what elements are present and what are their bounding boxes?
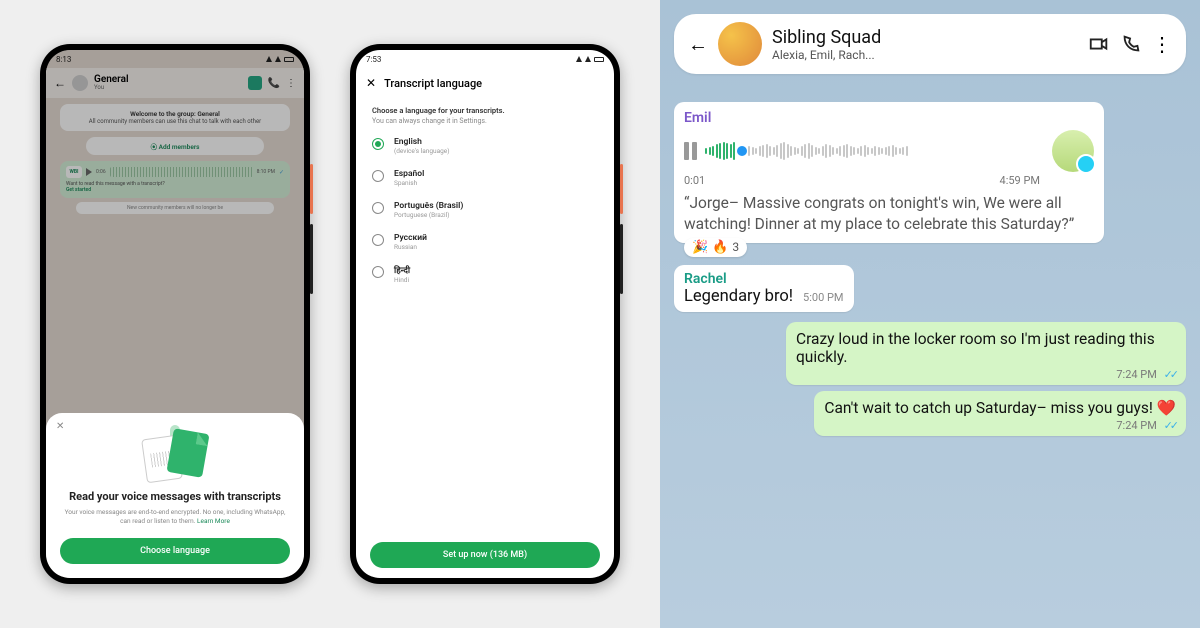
learn-more-link[interactable]: Learn More (197, 517, 230, 525)
message-outgoing-1[interactable]: Crazy loud in the locker room so I'm jus… (786, 322, 1186, 385)
promo-left-pane: 8:13 ← General You 📞 ⋮ Welcome to the gr… (0, 0, 660, 628)
message-outgoing-2[interactable]: Can't wait to catch up Saturday– miss yo… (814, 391, 1186, 436)
message-emil-voice[interactable]: Emil 0:01 4:59 PM “Jorge– Massive congra… (674, 102, 1104, 243)
status-time: 7:53 (366, 55, 381, 64)
settings-appbar: ✕ Transcript language (356, 68, 614, 98)
message-timestamp: 4:59 PM (1000, 174, 1040, 187)
group-members: Alexia, Emil, Rach... (772, 48, 1078, 62)
sheet-body: Your voice messages are end-to-end encry… (60, 508, 290, 526)
language-sub: Hindi (394, 276, 410, 284)
radio-icon[interactable] (372, 170, 384, 182)
choose-language-button[interactable]: Choose language (60, 538, 290, 564)
close-icon[interactable]: ✕ (56, 421, 64, 432)
language-sub: (device's language) (394, 147, 450, 155)
back-icon[interactable]: ← (688, 32, 708, 57)
transcript-illustration (140, 429, 210, 484)
language-list: English (device's language) Español Span… (372, 137, 598, 284)
sender-name: Emil (684, 110, 1094, 126)
reaction-emoji: 🎉 (692, 240, 708, 255)
language-name: Русский (394, 233, 427, 243)
video-call-icon[interactable] (1088, 33, 1110, 55)
radio-icon[interactable] (372, 266, 384, 278)
header-title-block[interactable]: Sibling Squad Alexia, Emil, Rach... (772, 27, 1078, 62)
reaction-pill[interactable]: 🎉 🔥 3 (684, 238, 747, 257)
reaction-emoji: 🔥 (712, 240, 728, 255)
language-option[interactable]: Português (Brasil) Portuguese (Brazil) (372, 201, 598, 219)
group-avatar[interactable] (718, 22, 762, 66)
group-name: Sibling Squad (772, 27, 1078, 48)
chat-screen: ← Sibling Squad Alexia, Emil, Rach... ⋮ … (660, 0, 1200, 628)
read-receipt-icon: ✓✓ (1164, 419, 1176, 432)
message-timestamp: 7:24 PM (1116, 368, 1156, 381)
more-icon[interactable]: ⋮ (1152, 32, 1172, 56)
sender-avatar[interactable] (1052, 130, 1094, 172)
chat-header: ← Sibling Squad Alexia, Emil, Rach... ⋮ (674, 14, 1186, 74)
language-name: Português (Brasil) (394, 201, 463, 211)
language-name: हिन्दी (394, 265, 410, 276)
waveform[interactable] (705, 139, 1044, 163)
language-sub: Portuguese (Brazil) (394, 211, 463, 219)
message-text: Legendary bro! (684, 287, 793, 306)
message-timestamp: 5:00 PM (803, 291, 843, 304)
message-text: Can't wait to catch up Saturday– miss yo… (824, 399, 1176, 417)
sheet-title: Read your voice messages with transcript… (60, 490, 290, 504)
radio-icon[interactable] (372, 202, 384, 214)
radio-icon[interactable] (372, 234, 384, 246)
read-receipt-icon: ✓✓ (1164, 368, 1176, 381)
language-option[interactable]: हिन्दी Hindi (372, 265, 598, 284)
language-name: English (394, 137, 450, 147)
radio-selected-icon[interactable] (372, 138, 384, 150)
page-title: Transcript language (384, 77, 482, 90)
voice-transcript: “Jorge– Massive congrats on tonight's wi… (684, 193, 1094, 235)
playback-position: 0:01 (684, 174, 705, 187)
pause-icon[interactable] (684, 142, 697, 160)
message-text: Crazy loud in the locker room so I'm jus… (796, 330, 1176, 366)
hint-secondary: You can always change it in Settings. (372, 117, 598, 125)
language-option[interactable]: English (device's language) (372, 137, 598, 155)
status-bar: 7:53 (356, 50, 614, 68)
language-sub: Spanish (394, 179, 424, 187)
language-sub: Russian (394, 243, 427, 251)
close-icon[interactable]: ✕ (366, 76, 376, 90)
message-list: Emil 0:01 4:59 PM “Jorge– Massive congra… (674, 102, 1186, 436)
message-rachel[interactable]: Rachel Legendary bro! 5:00 PM (674, 265, 854, 312)
language-option[interactable]: Русский Russian (372, 233, 598, 251)
language-name: Español (394, 169, 424, 179)
message-timestamp: 7:24 PM (1116, 419, 1156, 432)
language-option[interactable]: Español Spanish (372, 169, 598, 187)
phone-mockup-2: 7:53 ✕ Transcript language Choose a lang… (350, 44, 620, 584)
setup-now-button[interactable]: Set up now (136 MB) (370, 542, 600, 568)
reaction-count: 3 (732, 240, 739, 254)
sender-name: Rachel (684, 271, 844, 287)
voice-call-icon[interactable] (1120, 33, 1142, 55)
phone-mockup-1: 8:13 ← General You 📞 ⋮ Welcome to the gr… (40, 44, 310, 584)
hint-primary: Choose a language for your transcripts. (372, 106, 598, 115)
transcript-intro-sheet: ✕ Read your voice messages with transcri… (46, 413, 304, 578)
